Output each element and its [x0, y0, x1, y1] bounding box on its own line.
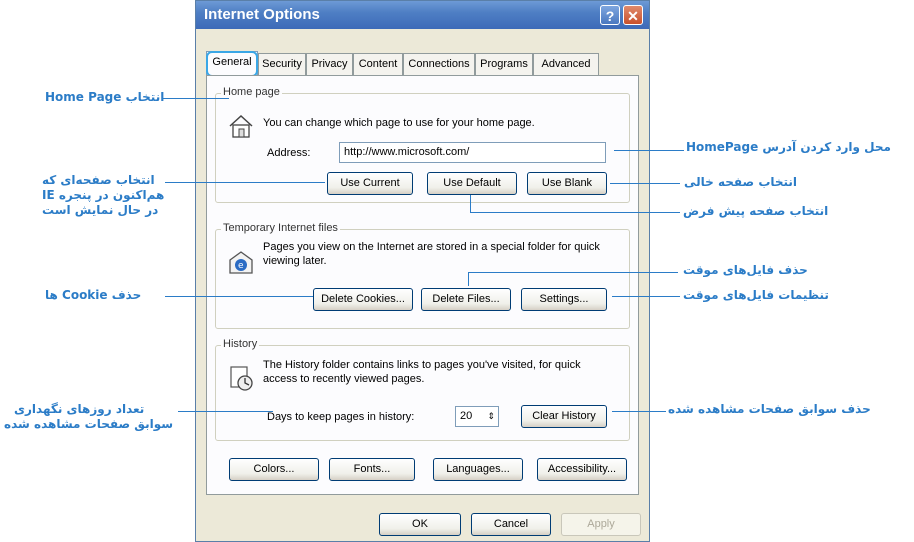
close-button[interactable]: ✕ [623, 5, 643, 25]
annotation-blank-page: انتخاب صفحه خالی [684, 175, 798, 189]
fonts-button[interactable]: Fonts... [329, 458, 415, 481]
settings-button[interactable]: Settings... [521, 288, 607, 311]
ie-folder-icon: e [229, 251, 253, 274]
annotation-line [470, 195, 471, 212]
history-group-label: History [221, 338, 260, 350]
annotation-line [470, 212, 680, 213]
use-default-button[interactable]: Use Default [427, 172, 517, 195]
delete-cookies-button[interactable]: Delete Cookies... [313, 288, 413, 311]
annotation-delete-temp: حذف فایل‌های موقت [683, 263, 808, 277]
tab-security[interactable]: Security [258, 53, 306, 75]
cancel-button[interactable]: Cancel [471, 513, 551, 536]
annotation-days-1: تعداد روزهای نگهداری [14, 402, 145, 416]
annotation-current-page-2: هم‌اکنون در پنجره IE [42, 188, 165, 202]
annotation-line [612, 411, 666, 412]
annotation-select-home: انتخاب Home Page [45, 90, 165, 104]
tab-programs[interactable]: Programs [475, 53, 533, 75]
annotation-line [163, 98, 229, 99]
annotation-default-page: انتخاب صفحه پیش فرض [683, 204, 829, 218]
annotation-line [468, 272, 469, 286]
use-blank-button[interactable]: Use Blank [527, 172, 607, 195]
annotation-line [614, 150, 684, 151]
address-input[interactable]: http://www.microsoft.com/ [339, 142, 606, 163]
days-label: Days to keep pages in history: [267, 411, 415, 423]
internet-options-dialog: Internet Options ? ✕ General Security Pr… [195, 0, 650, 542]
annotation-days-2: سوابق صفحات مشاهده شده [4, 417, 174, 431]
annotation-line [468, 272, 678, 273]
apply-button[interactable]: Apply [561, 513, 641, 536]
annotation-line [610, 183, 680, 184]
annotation-clear-history: حذف سوابق صفحات مشاهده شده [668, 402, 871, 416]
annotation-line [165, 182, 325, 183]
stepper-arrows-icon[interactable]: ⇕ [487, 407, 495, 426]
svg-text:e: e [238, 261, 244, 271]
annotation-line [165, 296, 313, 297]
annotation-temp-settings: تنظیمات فایل‌های موقت [683, 288, 829, 302]
colors-button[interactable]: Colors... [229, 458, 319, 481]
window-title: Internet Options [204, 6, 320, 23]
ok-button[interactable]: OK [379, 513, 461, 536]
delete-files-button[interactable]: Delete Files... [421, 288, 511, 311]
languages-button[interactable]: Languages... [433, 458, 523, 481]
history-description: The History folder contains links to pag… [263, 359, 581, 385]
annotation-current-page-1: انتخاب صفحه‌ای که [42, 173, 155, 187]
address-label: Address: [267, 147, 311, 159]
history-clock-icon [230, 366, 253, 391]
use-current-button[interactable]: Use Current [327, 172, 413, 195]
annotation-address-entry: محل وارد کردن آدرس HomePage [686, 140, 891, 154]
tab-highlight-marker [206, 51, 258, 77]
days-stepper[interactable]: 20 ⇕ [455, 406, 499, 427]
tab-connections[interactable]: Connections [403, 53, 475, 75]
annotation-delete-cookies: حذف Cookie ها [45, 288, 142, 302]
help-button[interactable]: ? [600, 5, 620, 25]
tab-privacy[interactable]: Privacy [306, 53, 353, 75]
home-page-group-label: Home page [221, 86, 282, 98]
annotation-line [612, 296, 680, 297]
annotation-line [178, 411, 273, 412]
clear-history-button[interactable]: Clear History [521, 405, 607, 428]
house-icon [229, 114, 253, 138]
annotation-current-page-3: در حال نمایش است [42, 203, 159, 217]
tab-advanced[interactable]: Advanced [533, 53, 599, 75]
temp-files-group-label: Temporary Internet files [221, 222, 340, 234]
title-bar[interactable]: Internet Options ? ✕ [196, 1, 649, 29]
tab-content[interactable]: Content [353, 53, 403, 75]
accessibility-button[interactable]: Accessibility... [537, 458, 627, 481]
general-panel: Home page You can change which page to u… [206, 75, 639, 495]
home-description: You can change which page to use for you… [263, 117, 535, 129]
temp-description: Pages you view on the Internet are store… [263, 241, 600, 267]
days-value: 20 [460, 410, 473, 422]
